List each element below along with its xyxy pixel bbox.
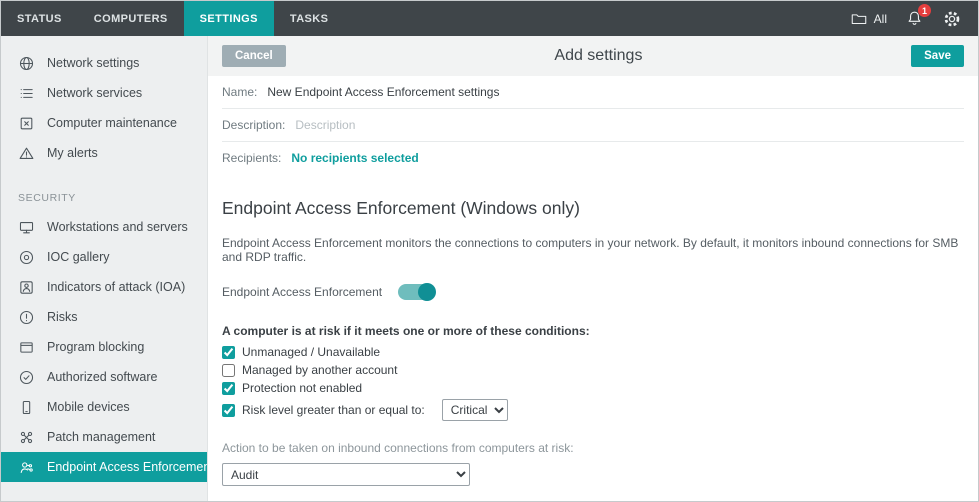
person-network-icon: [18, 459, 35, 476]
recipients-link[interactable]: No recipients selected: [291, 151, 418, 165]
toggle-knob: [418, 283, 436, 301]
sidebar-item-label: My alerts: [47, 146, 98, 160]
filter-all-button[interactable]: All: [850, 10, 887, 28]
sidebar-item-label: Network settings: [47, 56, 139, 70]
sidebar: Network settings Network services Comput…: [1, 36, 208, 501]
sidebar-item-indicators-of-attack[interactable]: Indicators of attack (IOA): [1, 272, 207, 302]
name-row: Name: New Endpoint Access Enforcement se…: [222, 76, 964, 109]
sidebar-item-label: IOC gallery: [47, 250, 110, 264]
settings-form: Name: New Endpoint Access Enforcement se…: [208, 76, 978, 501]
sidebar-item-network-settings[interactable]: Network settings: [1, 48, 207, 78]
main-nav: STATUS COMPUTERS SETTINGS TASKS: [1, 1, 344, 36]
condition-label: Protection not enabled: [242, 381, 362, 395]
nodes-icon: [18, 429, 35, 446]
sidebar-item-risks[interactable]: Risks: [1, 302, 207, 332]
sidebar-item-ioc-gallery[interactable]: IOC gallery: [1, 242, 207, 272]
action-select[interactable]: Audit: [222, 463, 470, 486]
window-icon: [18, 339, 35, 356]
sidebar-security-header: SECURITY: [18, 192, 207, 204]
action-block: Action to be taken on inbound connection…: [222, 441, 964, 486]
sidebar-item-patch-management[interactable]: Patch management: [1, 422, 207, 452]
description-field[interactable]: [295, 118, 615, 132]
list-icon: [18, 85, 35, 102]
section-description: Endpoint Access Enforcement monitors the…: [222, 236, 964, 264]
eae-section: Endpoint Access Enforcement (Windows onl…: [222, 198, 964, 501]
save-button[interactable]: Save: [911, 45, 964, 67]
sidebar-item-my-alerts[interactable]: My alerts: [1, 138, 207, 168]
eae-toggle-label: Endpoint Access Enforcement: [222, 285, 382, 299]
recipients-label: Recipients:: [222, 151, 281, 165]
condition-managed-other-checkbox[interactable]: [222, 364, 235, 377]
condition-row: Managed by another account: [222, 363, 964, 377]
tab-settings[interactable]: SETTINGS: [184, 1, 274, 36]
description-row: Description:: [222, 109, 964, 142]
eae-toggle-row: Endpoint Access Enforcement: [222, 284, 964, 300]
action-label: Action to be taken on inbound connection…: [222, 441, 964, 455]
sidebar-item-workstations-and-servers[interactable]: Workstations and servers: [1, 212, 207, 242]
box-x-icon: [18, 115, 35, 132]
sidebar-item-label: Risks: [47, 310, 78, 324]
filter-all-label: All: [874, 12, 887, 26]
gear-icon: [942, 9, 962, 29]
sidebar-item-label: Endpoint Access Enforcement: [47, 460, 208, 474]
risk-level-select[interactable]: Critical: [442, 399, 508, 421]
folder-icon: [850, 10, 868, 28]
sidebar-item-label: Program blocking: [47, 340, 144, 354]
description-label: Description:: [222, 118, 285, 132]
sidebar-item-network-services[interactable]: Network services: [1, 78, 207, 108]
globe-icon: [18, 55, 35, 72]
sidebar-item-label: Network services: [47, 86, 142, 100]
notification-badge: 1: [918, 4, 931, 17]
risk-exclamation-icon: [18, 309, 35, 326]
condition-row: Unmanaged / Unavailable: [222, 345, 964, 359]
condition-risk-level-checkbox[interactable]: [222, 404, 235, 417]
condition-label: Unmanaged / Unavailable: [242, 345, 380, 359]
condition-protection-checkbox[interactable]: [222, 382, 235, 395]
target-icon: [18, 249, 35, 266]
sidebar-item-computer-maintenance[interactable]: Computer maintenance: [1, 108, 207, 138]
sidebar-item-label: Workstations and servers: [47, 220, 188, 234]
main-content: Cancel Add settings Save Name: New Endpo…: [208, 36, 978, 501]
sidebar-item-label: Patch management: [47, 430, 155, 444]
sidebar-item-label: Indicators of attack (IOA): [47, 280, 185, 294]
content-header: Cancel Add settings Save: [208, 36, 978, 76]
settings-gear-button[interactable]: [942, 9, 962, 29]
app-window: STATUS COMPUTERS SETTINGS TASKS All 1: [0, 0, 979, 502]
sidebar-item-program-blocking[interactable]: Program blocking: [1, 332, 207, 362]
name-field[interactable]: New Endpoint Access Enforcement settings: [267, 85, 499, 99]
condition-row: Risk level greater than or equal to: Cri…: [222, 399, 964, 421]
condition-row: Protection not enabled: [222, 381, 964, 395]
monitor-icon: [18, 219, 35, 236]
topbar: STATUS COMPUTERS SETTINGS TASKS All 1: [1, 1, 978, 36]
sidebar-item-authorized-software[interactable]: Authorized software: [1, 362, 207, 392]
cancel-button[interactable]: Cancel: [222, 45, 286, 67]
topbar-actions: All 1: [850, 1, 978, 36]
tab-tasks[interactable]: TASKS: [274, 1, 344, 36]
section-title: Endpoint Access Enforcement (Windows onl…: [222, 198, 964, 219]
sidebar-item-label: Authorized software: [47, 370, 157, 384]
risk-conditions: A computer is at risk if it meets one or…: [222, 324, 964, 421]
tab-status[interactable]: STATUS: [1, 1, 78, 36]
notifications-button[interactable]: 1: [905, 9, 924, 28]
sidebar-item-endpoint-access-enforcement[interactable]: Endpoint Access Enforcement: [1, 452, 207, 482]
alert-triangle-icon: [18, 145, 35, 162]
check-circle-icon: [18, 369, 35, 386]
conditions-heading: A computer is at risk if it meets one or…: [222, 324, 964, 338]
name-label: Name:: [222, 85, 257, 99]
person-card-icon: [18, 279, 35, 296]
sidebar-item-label: Mobile devices: [47, 400, 130, 414]
sidebar-item-mobile-devices[interactable]: Mobile devices: [1, 392, 207, 422]
eae-toggle[interactable]: [398, 284, 435, 300]
sidebar-item-label: Computer maintenance: [47, 116, 177, 130]
recipients-row: Recipients: No recipients selected: [222, 142, 964, 174]
condition-label: Risk level greater than or equal to:: [242, 403, 425, 417]
phone-icon: [18, 399, 35, 416]
tab-computers[interactable]: COMPUTERS: [78, 1, 184, 36]
condition-unmanaged-checkbox[interactable]: [222, 346, 235, 359]
condition-label: Managed by another account: [242, 363, 397, 377]
page-title: Add settings: [286, 47, 911, 65]
